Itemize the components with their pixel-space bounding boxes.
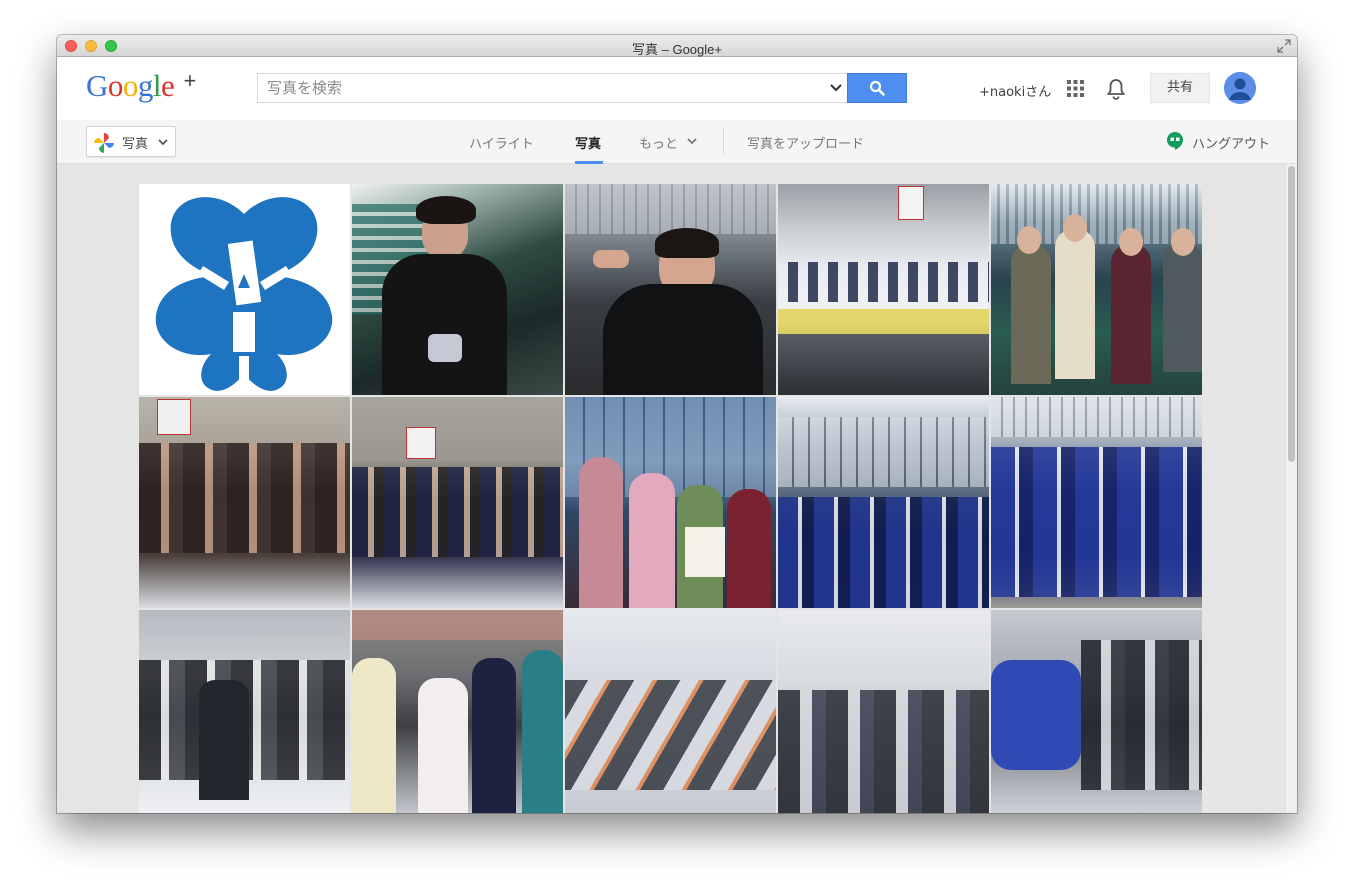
apps-grid-icon[interactable] <box>1067 80 1084 97</box>
photo-tile[interactable] <box>565 397 776 608</box>
photo-tile[interactable] <box>991 610 1202 813</box>
window-title: 写真 – Google+ <box>632 42 722 57</box>
photos-app-dropdown[interactable]: 写真 <box>86 126 176 157</box>
tab-highlights[interactable]: ハイライト <box>469 133 534 152</box>
photo-tile[interactable] <box>778 397 989 608</box>
photo-tile[interactable] <box>778 184 989 395</box>
google-plus-logo[interactable]: Google + <box>86 68 196 104</box>
hangouts-link[interactable]: ハングアウト <box>1192 133 1270 152</box>
page-scrollbar[interactable] <box>1285 164 1297 813</box>
photo-tile[interactable] <box>139 184 350 395</box>
upload-photos-link[interactable]: 写真をアップロード <box>747 133 864 152</box>
share-button[interactable]: 共有 <box>1150 73 1210 103</box>
user-avatar-icon <box>1224 72 1256 104</box>
tab-photos[interactable]: 写真 <box>575 133 601 152</box>
hangouts-icon[interactable] <box>1166 131 1184 151</box>
browser-window: 写真 – Google+ Google + +naokiさん <box>57 35 1297 813</box>
photo-tile[interactable] <box>352 184 563 395</box>
photo-tile[interactable] <box>565 610 776 813</box>
search-box <box>257 73 847 103</box>
photo-tile[interactable] <box>778 610 989 813</box>
photo-tile[interactable] <box>991 397 1202 608</box>
photo-tile[interactable] <box>139 610 350 813</box>
user-profile-link[interactable]: +naokiさん <box>979 81 1051 100</box>
photo-tile[interactable] <box>565 184 776 395</box>
crest-logo-image <box>155 197 333 391</box>
search-button[interactable] <box>847 73 907 103</box>
google-plus-suffix: + <box>183 68 197 93</box>
fullscreen-icon[interactable] <box>1277 39 1291 53</box>
search-icon <box>869 80 885 96</box>
window-titlebar: 写真 – Google+ <box>57 35 1297 57</box>
avatar[interactable] <box>1224 72 1256 104</box>
top-header: Google + +naokiさん 共 <box>57 57 1297 120</box>
photo-grid-area <box>57 164 1285 813</box>
notifications-bell-icon[interactable] <box>1106 78 1126 100</box>
sub-navigation: 写真 ハイライト 写真 もっと 写真をアップロード ハングアウト <box>57 120 1297 164</box>
photo-tile[interactable] <box>352 610 563 813</box>
photos-dropdown-label: 写真 <box>122 137 149 152</box>
scrollbar-thumb[interactable] <box>1288 166 1295 462</box>
tab-divider <box>723 128 724 155</box>
photo-tile[interactable] <box>991 184 1202 395</box>
chevron-down-icon <box>158 139 168 146</box>
photos-pinwheel-icon <box>94 133 114 153</box>
google-logo-text: Google <box>86 68 175 103</box>
photo-tile[interactable] <box>139 397 350 608</box>
photo-tile[interactable] <box>352 397 563 608</box>
chevron-down-icon[interactable] <box>687 137 697 145</box>
chevron-down-icon[interactable] <box>829 82 843 94</box>
search-input[interactable] <box>258 74 836 102</box>
tab-more[interactable]: もっと <box>639 133 678 152</box>
